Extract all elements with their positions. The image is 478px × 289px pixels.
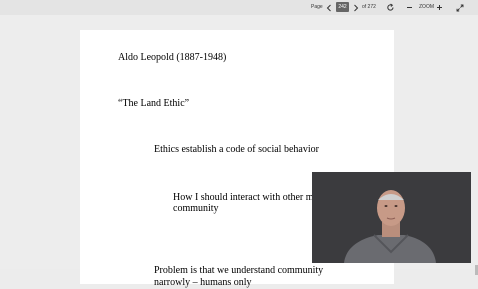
previous-page-icon[interactable] xyxy=(323,1,334,14)
title-line: “The Land Ethic” xyxy=(118,98,190,109)
page-label: Page xyxy=(311,4,323,10)
zoom-out-icon[interactable] xyxy=(404,1,415,14)
next-page-icon[interactable] xyxy=(350,1,361,14)
author-line: Aldo Leopold (1887-1948) xyxy=(118,52,227,63)
presenter-video[interactable] xyxy=(312,172,471,263)
fullscreen-icon[interactable] xyxy=(454,1,465,14)
interaction-point-line2: community xyxy=(173,203,219,214)
presenter-figure xyxy=(312,172,471,263)
problem-point-line2: narrowly – humans only xyxy=(154,277,252,288)
rotate-icon[interactable] xyxy=(385,1,396,14)
page-number-input[interactable]: 242 xyxy=(336,2,349,12)
zoom-in-icon[interactable] xyxy=(434,1,445,14)
zoom-label: ZOOM xyxy=(419,4,434,10)
problem-point-line1: Problem is that we understand community xyxy=(154,265,324,276)
viewer-toolbar: Page 242 of 272 ZOOM xyxy=(0,0,478,15)
ethics-point: Ethics establish a code of social behavi… xyxy=(154,144,319,155)
total-pages-label: of 272 xyxy=(362,4,376,10)
